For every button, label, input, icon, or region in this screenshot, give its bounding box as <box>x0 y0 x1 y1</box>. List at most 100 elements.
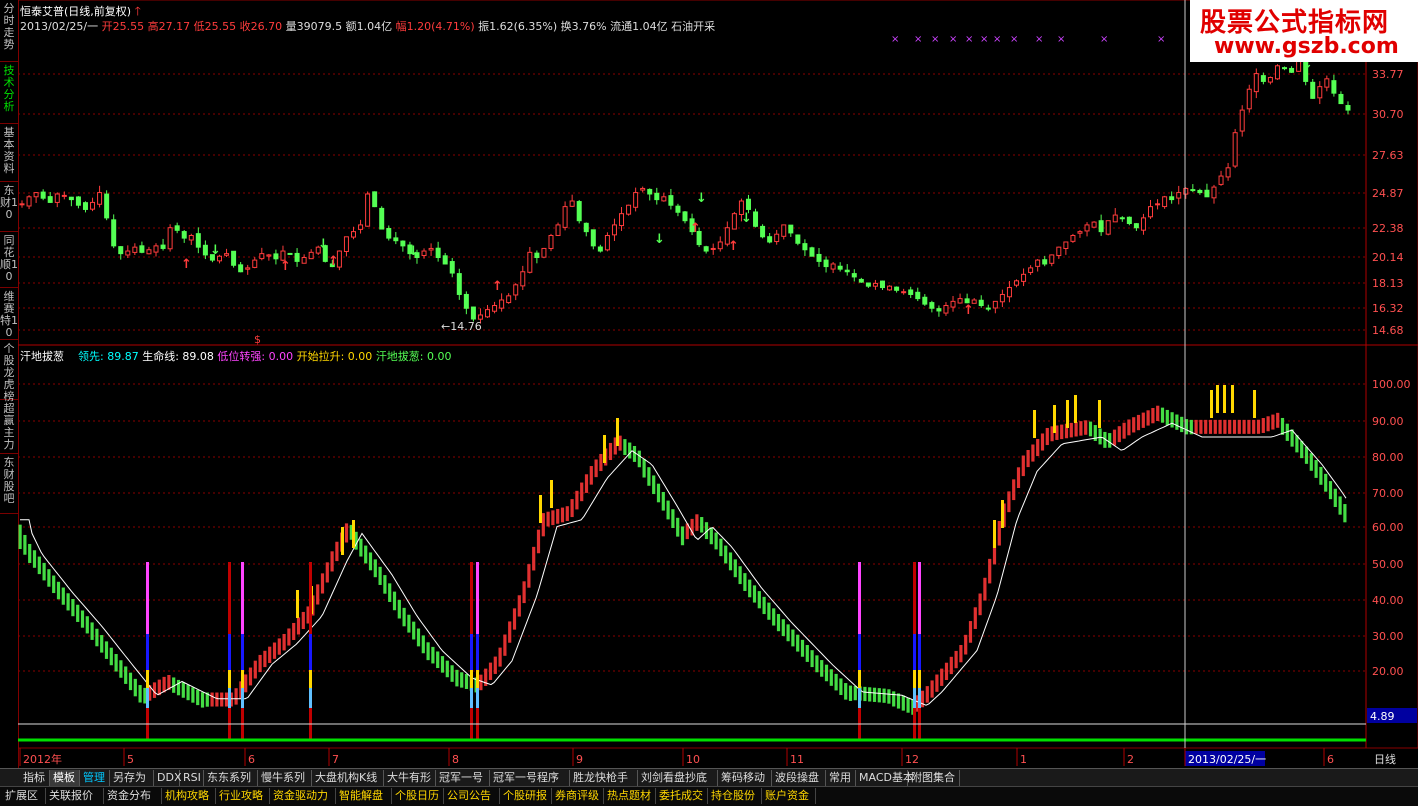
price-candle <box>273 253 279 260</box>
left-tab-6[interactable]: 个股龙虎榜 <box>0 340 18 403</box>
price-candle <box>358 224 364 230</box>
lead-bar <box>85 616 89 634</box>
indicator-tab-0[interactable]: 指标 <box>20 770 50 786</box>
function-tab-0[interactable]: 扩展区 <box>2 788 46 804</box>
price-candle <box>365 193 371 227</box>
indicator-tab-13[interactable]: 刘剑看盘抄底 <box>638 770 718 786</box>
function-tab-6[interactable]: 智能解盘 <box>336 788 392 804</box>
lead-bar <box>109 647 113 666</box>
signal-column-cyan <box>918 688 921 708</box>
signal-column-yellow <box>228 670 231 688</box>
left-tab-0[interactable]: 分时走势 <box>0 0 18 62</box>
price-candle <box>104 193 110 219</box>
price-candle <box>894 286 900 291</box>
lead-bar <box>906 697 910 713</box>
indicator-tab-10[interactable]: 冠军一号 <box>436 770 490 786</box>
indicator-tab-9[interactable]: 大牛有形 <box>384 770 436 786</box>
left-tab-5[interactable]: 维赛特10 <box>0 288 18 340</box>
indicator-tab-14[interactable]: 筹码移动 <box>718 770 772 786</box>
lead-bar <box>733 559 737 578</box>
function-tab-7[interactable]: 个股日历 <box>392 788 444 804</box>
buy-arrow-icon: ↑ <box>492 279 503 294</box>
price-candle <box>562 206 568 228</box>
lead-bar <box>536 529 541 554</box>
lead-bar <box>1132 417 1136 433</box>
lead-bar <box>373 559 377 578</box>
function-tab-9[interactable]: 个股研报 <box>500 788 552 804</box>
lead-bar <box>863 686 867 702</box>
lead-bar <box>176 679 181 696</box>
lead-bar <box>287 628 291 646</box>
function-tab-8[interactable]: 公司公告 <box>444 788 500 804</box>
indicator-name[interactable]: 汗地拔葱 <box>20 350 64 363</box>
indicator-tab-2[interactable]: 管理 <box>80 770 110 786</box>
price-candle <box>1176 192 1182 199</box>
indicator-tab-bar: 指标 模板 管理 另存为 DDX RSI 东东系列 慢牛系列 大盘机构K线 大牛有形 冠军一号 冠军一… <box>0 768 1418 787</box>
indicator-tab-4[interactable]: DDX <box>154 770 181 786</box>
left-tab-3[interactable]: 东财10 <box>0 182 18 232</box>
indicator-tab-18[interactable]: 附图集合 <box>908 770 960 786</box>
x-axis-label: 2012年 <box>23 752 62 766</box>
price-candle <box>485 309 491 318</box>
price-candle <box>950 300 956 308</box>
price-candle <box>231 250 237 266</box>
lead-bar <box>781 619 785 637</box>
price-axis-label: 14.68 <box>1372 324 1404 337</box>
indicator-tab-11[interactable]: 冠军一号程序 <box>490 770 570 786</box>
function-tab-5[interactable]: 资金驱动力 <box>270 788 336 804</box>
left-tab-1[interactable]: 技术分析 <box>0 62 18 124</box>
indicator-tab-7[interactable]: 慢牛系列 <box>258 770 312 786</box>
function-tab-14[interactable]: 账户资金 <box>762 788 816 804</box>
left-tab-4[interactable]: 同花顺10 <box>0 232 18 288</box>
indicator-tab-15[interactable]: 波段操盘 <box>772 770 826 786</box>
left-tab-7[interactable]: 超赢主力 <box>0 400 18 454</box>
indicator-tab-5[interactable]: RSI <box>180 770 204 786</box>
left-tab-8[interactable]: 东财股吧 <box>0 454 18 514</box>
price-candle <box>922 296 928 305</box>
lead-bar <box>632 445 637 462</box>
price-candle <box>160 244 166 249</box>
function-tab-2[interactable]: 资金分布 <box>104 788 162 804</box>
lead-bar <box>133 678 137 697</box>
price-candle <box>132 246 138 253</box>
signal-column-cyan <box>470 688 473 708</box>
function-tab-3[interactable]: 机构攻略 <box>162 788 216 804</box>
function-tab-4[interactable]: 行业攻略 <box>216 788 270 804</box>
price-candle <box>1119 217 1125 220</box>
lead-bar <box>1319 466 1323 485</box>
life-value: 生命线: 89.08 <box>142 350 214 363</box>
price-axis-label: 33.77 <box>1372 68 1404 81</box>
price-candle <box>301 257 307 264</box>
lead-bar <box>930 680 934 698</box>
function-tab-10[interactable]: 券商评级 <box>552 788 604 804</box>
lead-bar <box>1213 419 1217 434</box>
lead-bar <box>844 683 848 700</box>
pull-signal-bar <box>993 520 996 548</box>
price-candle <box>1282 67 1288 70</box>
indicator-tab-8[interactable]: 大盘机构K线 <box>312 770 384 786</box>
indicator-tab-16[interactable]: 常用 <box>826 770 856 786</box>
indicator-tab-6[interactable]: 东东系列 <box>204 770 258 786</box>
function-tab-1[interactable]: 关联报价 <box>46 788 104 804</box>
function-tab-12[interactable]: 委托成交 <box>656 788 708 804</box>
sell-arrow-icon: ↓ <box>408 244 419 259</box>
indicator-tab-1[interactable]: 模板 <box>50 770 80 786</box>
indicator-tab-3[interactable]: 另存为 <box>110 770 154 786</box>
indicator-tab-12[interactable]: 胜龙快枪手 <box>570 770 638 786</box>
function-tab-13[interactable]: 持仓股份 <box>708 788 762 804</box>
pull-signal-bar <box>1053 405 1056 433</box>
lead-bar <box>1074 422 1078 437</box>
indicator-axis-label: 70.00 <box>1372 487 1404 500</box>
signal-x-marker: × <box>931 34 939 45</box>
signal-column-mid <box>228 634 231 670</box>
lead-bar <box>1141 412 1145 428</box>
lead-bar <box>1012 479 1016 501</box>
lead-bar <box>1031 444 1035 462</box>
indicator-tab-17[interactable]: MACD基本 <box>856 770 914 786</box>
left-tab-2[interactable]: 基本资料 <box>0 124 18 182</box>
function-tab-11[interactable]: 热点题材 <box>604 788 656 804</box>
lead-bar <box>440 656 445 673</box>
price-candle <box>781 224 787 237</box>
lead-bar <box>503 634 507 656</box>
up-arrow-icon: 🡑 <box>134 4 141 18</box>
